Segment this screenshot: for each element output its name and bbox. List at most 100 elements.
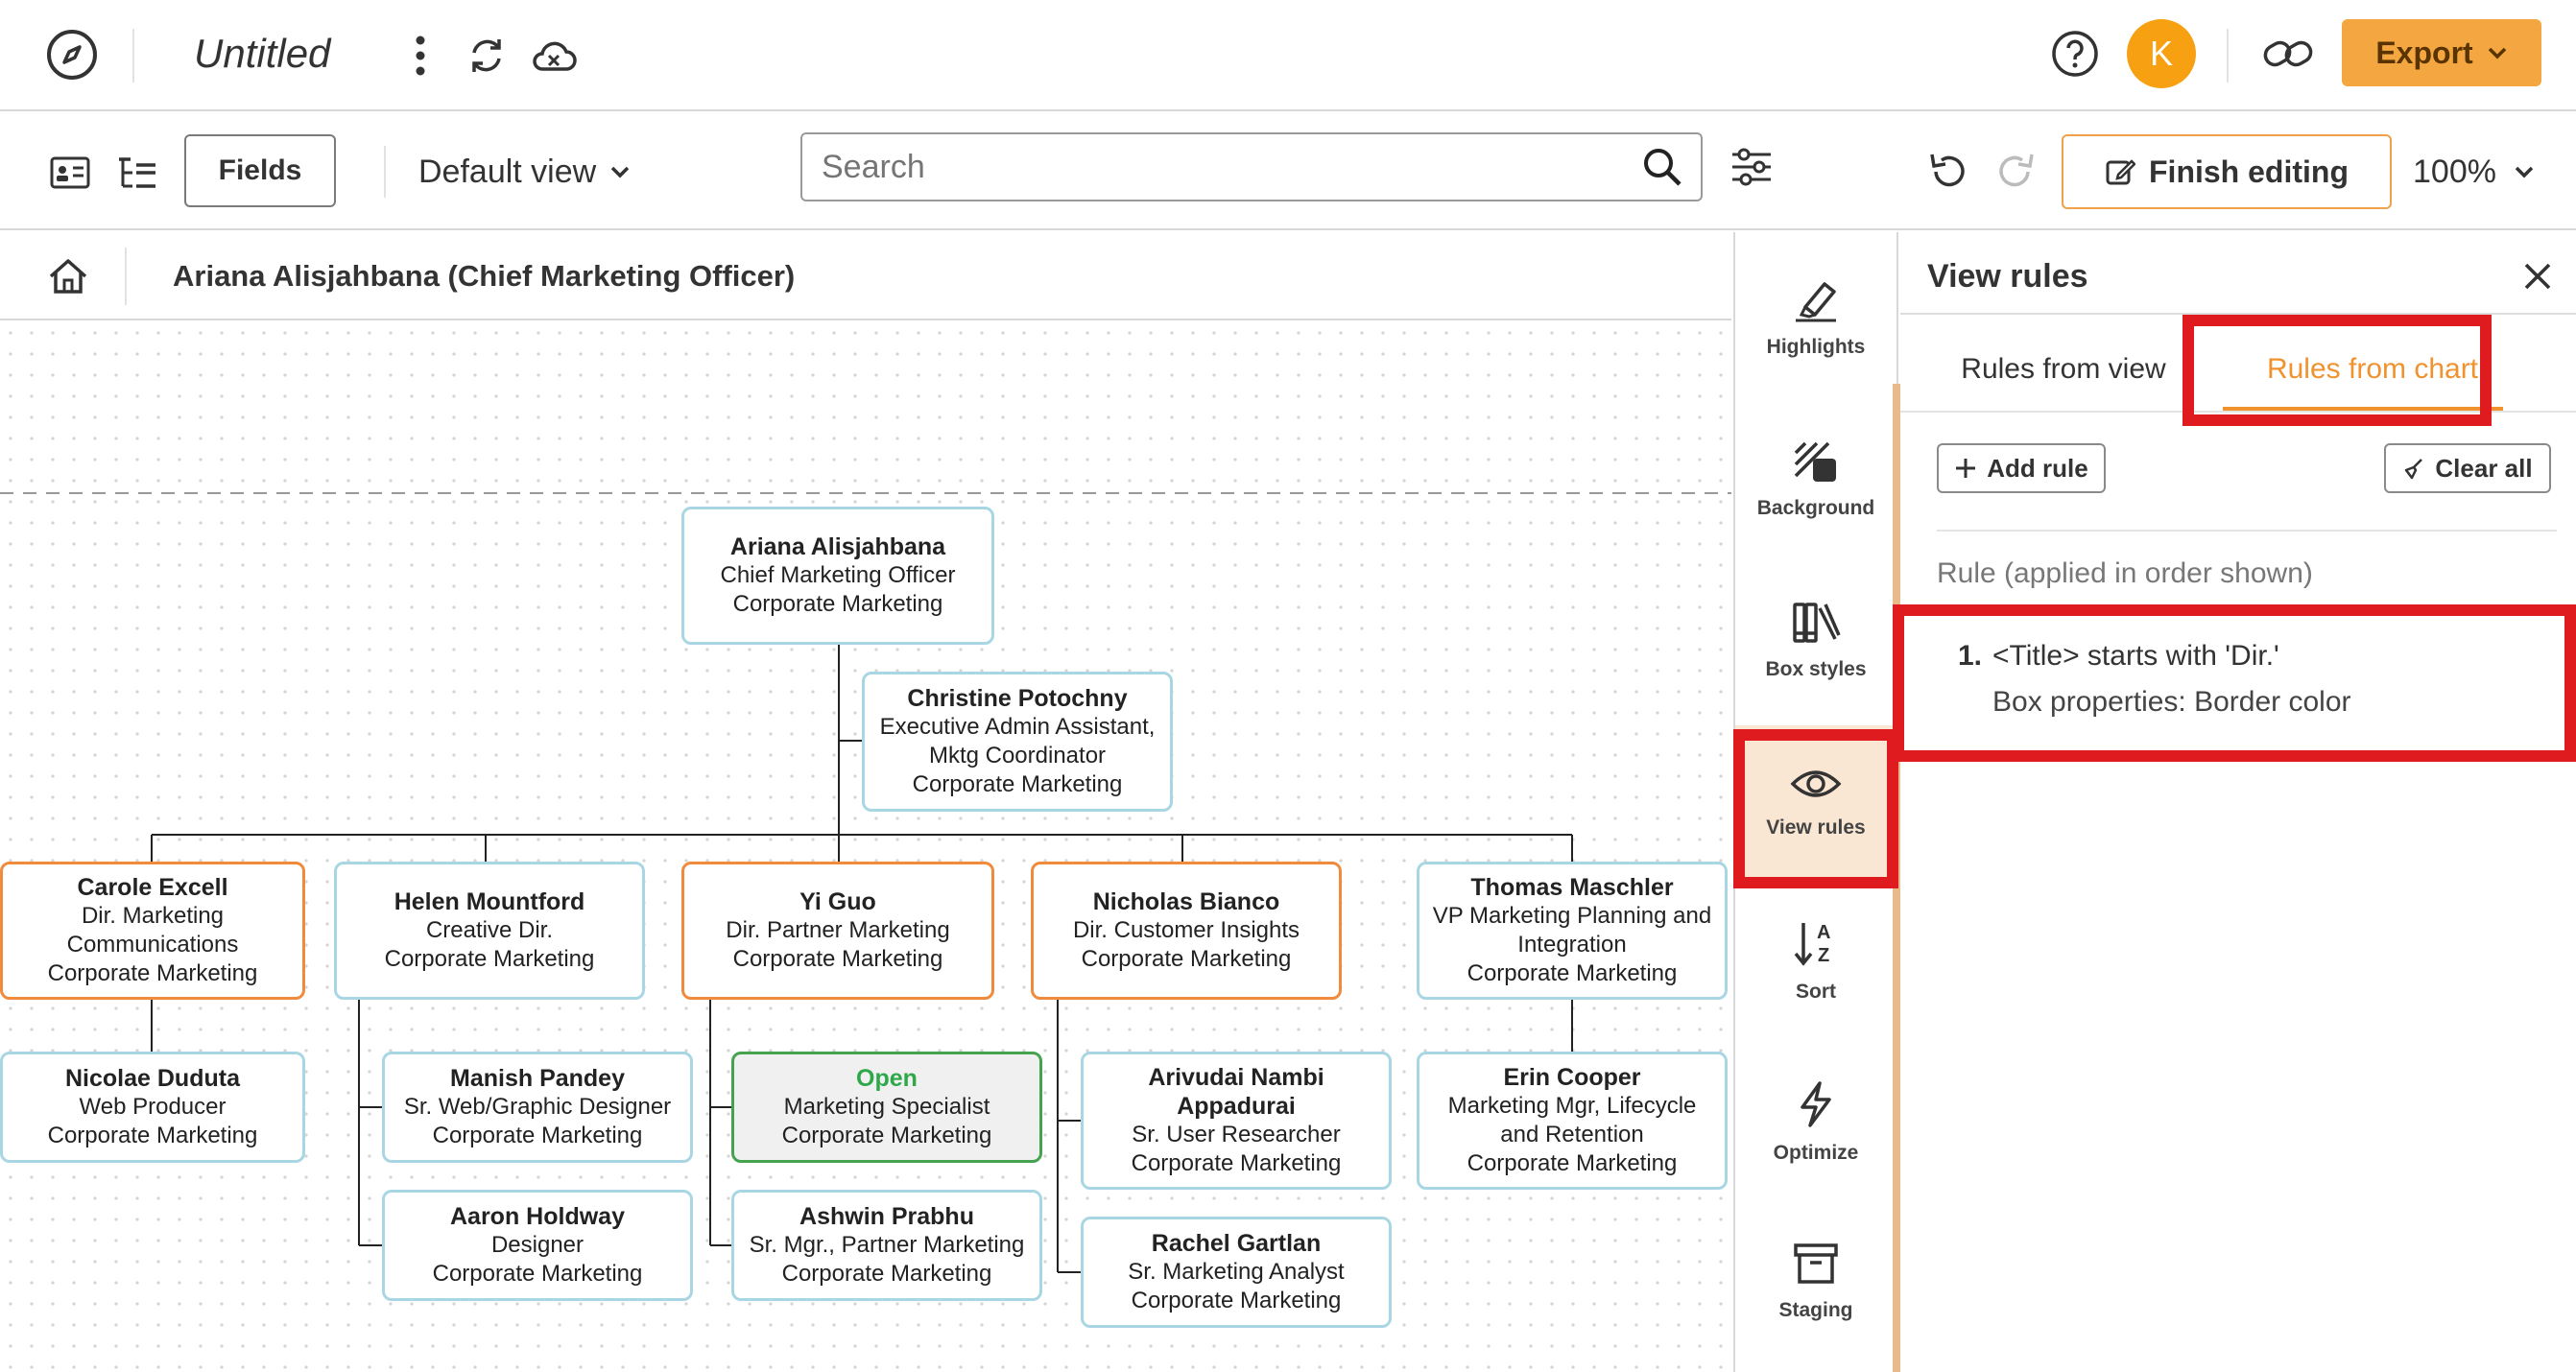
clear-all-button[interactable]: Clear all [2384, 443, 2551, 493]
panel-header-divider [1900, 313, 2576, 315]
rail-item-label: Box styles [1765, 658, 1867, 680]
view-rules-panel: View rules Rules from view Rules from ch… [1900, 232, 2576, 1372]
org-node-detail: Corporate Marketing [1467, 960, 1678, 986]
org-node-detail: Corporate Marketing [1131, 1288, 1342, 1313]
rail-item-view-rules[interactable]: View rules [1735, 725, 1896, 879]
org-node-detail: Corporate Marketing [781, 1261, 992, 1287]
org-node-christine[interactable]: Christine Potochny Executive Admin Assist… [862, 672, 1173, 812]
filter-sliders-icon[interactable] [1726, 140, 1777, 194]
org-node-detail: Sr. Mgr., Partner Marketing [749, 1232, 1025, 1258]
org-node-ashwin[interactable]: Ashwin Prabhu Sr. Mgr., Partner Marketing… [731, 1190, 1042, 1301]
tab-rules-from-chart[interactable]: Rules from chart [2240, 336, 2505, 403]
org-node-name: Arivudai Nambi Appadurai [1148, 1064, 1324, 1120]
rail-item-box-styles[interactable]: Box styles [1735, 564, 1896, 718]
org-node-name: Yi Guo [799, 888, 876, 915]
breadcrumb: Ariana Alisjahbana (Chief Marketing Offi… [0, 232, 1731, 320]
archive-icon [1793, 1242, 1839, 1291]
org-node-yiguo[interactable]: Yi Guo Dir. Partner Marketing Corporate Ma… [681, 862, 994, 1000]
rail-item-label: Staging [1778, 1299, 1853, 1321]
help-icon[interactable] [2046, 25, 2104, 83]
zoom-selector[interactable]: 100% [2413, 142, 2535, 201]
rules-heading: Rule (applied in order shown) [1937, 557, 2313, 589]
breadcrumb-title[interactable]: Ariana Alisjahbana (Chief Marketing Offi… [173, 253, 795, 299]
org-node-name: Open [856, 1065, 918, 1092]
edit-icon [2106, 159, 2135, 185]
search-icon[interactable] [1637, 142, 1687, 192]
org-node-name: Nicolae Duduta [65, 1065, 240, 1092]
svg-text:A: A [1817, 922, 1830, 943]
org-node-detail: Corporate Marketing [384, 946, 595, 972]
org-node-name: Erin Cooper [1503, 1064, 1641, 1091]
org-node-ariana[interactable]: Ariana Alisjahbana Chief Marketing Office… [681, 507, 994, 645]
export-button[interactable]: Export [2342, 19, 2541, 86]
broom-icon [2405, 459, 2423, 480]
org-node-erin[interactable]: Erin Cooper Marketing Mgr, Lifecycle and R… [1417, 1052, 1728, 1190]
rail-item-label: Background [1756, 497, 1875, 519]
org-node-nicholas[interactable]: Nicholas Bianco Dir. Customer Insights Cor… [1031, 862, 1342, 1000]
finish-editing-button[interactable]: Finish editing [2062, 134, 2392, 209]
org-node-name: Manish Pandey [450, 1065, 625, 1092]
id-card-icon[interactable] [46, 152, 94, 194]
highlighter-icon [1792, 278, 1840, 328]
plus-icon [1956, 459, 1976, 478]
rail-item-label: Sort [1796, 981, 1836, 1003]
rail-item-staging[interactable]: Staging [1735, 1205, 1896, 1359]
eye-icon [1790, 765, 1842, 809]
panel-title: View rules [1927, 258, 2088, 295]
org-node-detail: Corporate Marketing [1467, 1150, 1678, 1176]
org-chart-canvas[interactable]: Ariana Alisjahbana Chief Marketing Office… [0, 322, 1731, 1372]
rail-item-highlights[interactable]: Highlights [1735, 242, 1896, 395]
more-vertical-icon[interactable] [403, 29, 438, 83]
compass-icon[interactable] [38, 25, 106, 84]
view-selector[interactable]: Default view [418, 142, 631, 201]
rail-item-background[interactable]: Background [1735, 403, 1896, 556]
sync-icon[interactable] [463, 29, 511, 83]
finish-editing-label: Finish editing [2149, 154, 2349, 189]
org-node-helen[interactable]: Helen Mountford Creative Dir. Corporate Ma… [334, 862, 645, 1000]
rail-item-sort[interactable]: A Z Sort [1735, 885, 1896, 1038]
view-selector-label: Default view [418, 153, 597, 190]
org-node-name: Nicholas Bianco [1092, 888, 1280, 915]
org-node-detail: Corporate Marketing [47, 960, 258, 986]
org-node-aaron[interactable]: Aaron Holdway Designer Corporate Marketing [382, 1190, 693, 1301]
org-node-name: Helen Mountford [394, 888, 585, 915]
tab-rules-from-view[interactable]: Rules from view [1929, 336, 2198, 403]
search-input[interactable] [800, 132, 1703, 201]
org-node-detail: Corporate Marketing [781, 1123, 992, 1148]
org-node-detail: Marketing Mgr, Lifecycle [1447, 1093, 1697, 1119]
org-node-detail: Corporate Marketing [432, 1123, 643, 1148]
org-node-detail: Corporate Marketing [1131, 1150, 1342, 1176]
fields-button[interactable]: Fields [184, 134, 336, 207]
org-node-rachel[interactable]: Rachel Gartlan Sr. Marketing Analyst Corpo… [1081, 1217, 1392, 1328]
org-node-detail: Corporate Marketing [47, 1123, 258, 1148]
org-node-detail: and Retention [1500, 1122, 1644, 1147]
org-node-name: Ariana Alisjahbana [729, 533, 946, 560]
org-node-detail: Mktg Coordinator [928, 743, 1107, 769]
redo-icon[interactable] [1991, 146, 2042, 196]
rail-item-optimize[interactable]: Optimize [1735, 1046, 1896, 1199]
document-title[interactable]: Untitled [194, 27, 330, 81]
undo-icon[interactable] [1921, 146, 1973, 196]
chevron-down-icon [610, 166, 630, 178]
org-node-detail: Designer [490, 1232, 584, 1258]
org-node-detail: Corporate Marketing [732, 591, 943, 617]
cloud-offline-icon[interactable] [528, 29, 580, 83]
org-node-manish[interactable]: Manish Pandey Sr. Web/Graphic Designer Cor… [382, 1052, 693, 1163]
user-avatar[interactable]: K [2127, 19, 2196, 88]
chevron-down-icon [2488, 47, 2506, 59]
org-node-carole[interactable]: Carole Excell Dir. Marketing Communication… [0, 862, 305, 1000]
tree-list-icon[interactable] [111, 152, 161, 194]
home-icon[interactable] [44, 253, 92, 299]
add-rule-button[interactable]: Add rule [1937, 443, 2106, 493]
org-node-nicolae[interactable]: Nicolae Duduta Web Producer Corporate Mark… [0, 1052, 305, 1163]
org-node-thomas[interactable]: Thomas Maschler VP Marketing Planning and… [1417, 862, 1728, 1000]
link-icon[interactable] [2257, 27, 2319, 81]
side-rail: Highlights Background Box styles View rules… [1733, 232, 1898, 1372]
org-node-open[interactable]: Open Marketing Specialist Corporate Market… [731, 1052, 1042, 1163]
rules-divider [1937, 530, 2557, 532]
org-node-detail: VP Marketing Planning and [1432, 903, 1712, 929]
org-node-detail: Chief Marketing Officer [720, 562, 956, 588]
org-node-arivudai[interactable]: Arivudai Nambi Appadurai Sr. User Researc… [1081, 1052, 1392, 1190]
org-node-name: Christine Potochny [907, 685, 1128, 712]
close-icon[interactable] [2515, 253, 2561, 299]
